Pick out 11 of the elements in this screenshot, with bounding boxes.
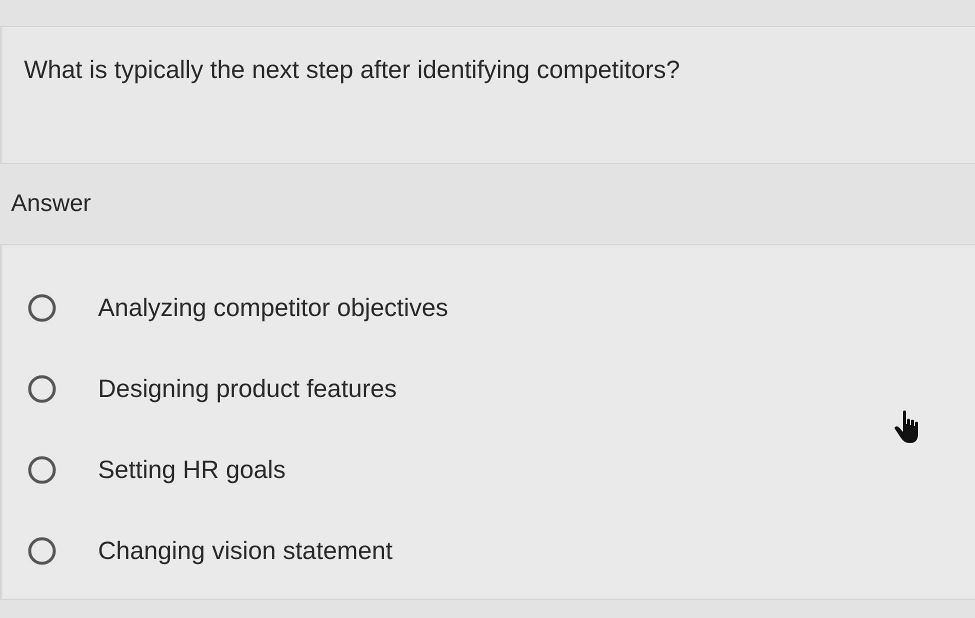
answer-option[interactable]: Analyzing competitor objectives bbox=[98, 292, 448, 322]
answer-heading: Answer bbox=[11, 190, 92, 217]
answer-option[interactable]: Setting HR goals bbox=[98, 454, 286, 484]
answer-option[interactable]: Designing product features bbox=[98, 374, 397, 404]
answer-option[interactable]: Changing vision statement bbox=[98, 536, 393, 566]
radio-button[interactable] bbox=[28, 456, 56, 484]
radio-button[interactable] bbox=[28, 536, 56, 564]
question-text: What is typically the next step after identifying competitors? bbox=[24, 55, 680, 85]
radio-button[interactable] bbox=[28, 294, 56, 322]
radio-button[interactable] bbox=[28, 374, 56, 402]
hand-cursor-icon bbox=[894, 410, 920, 444]
